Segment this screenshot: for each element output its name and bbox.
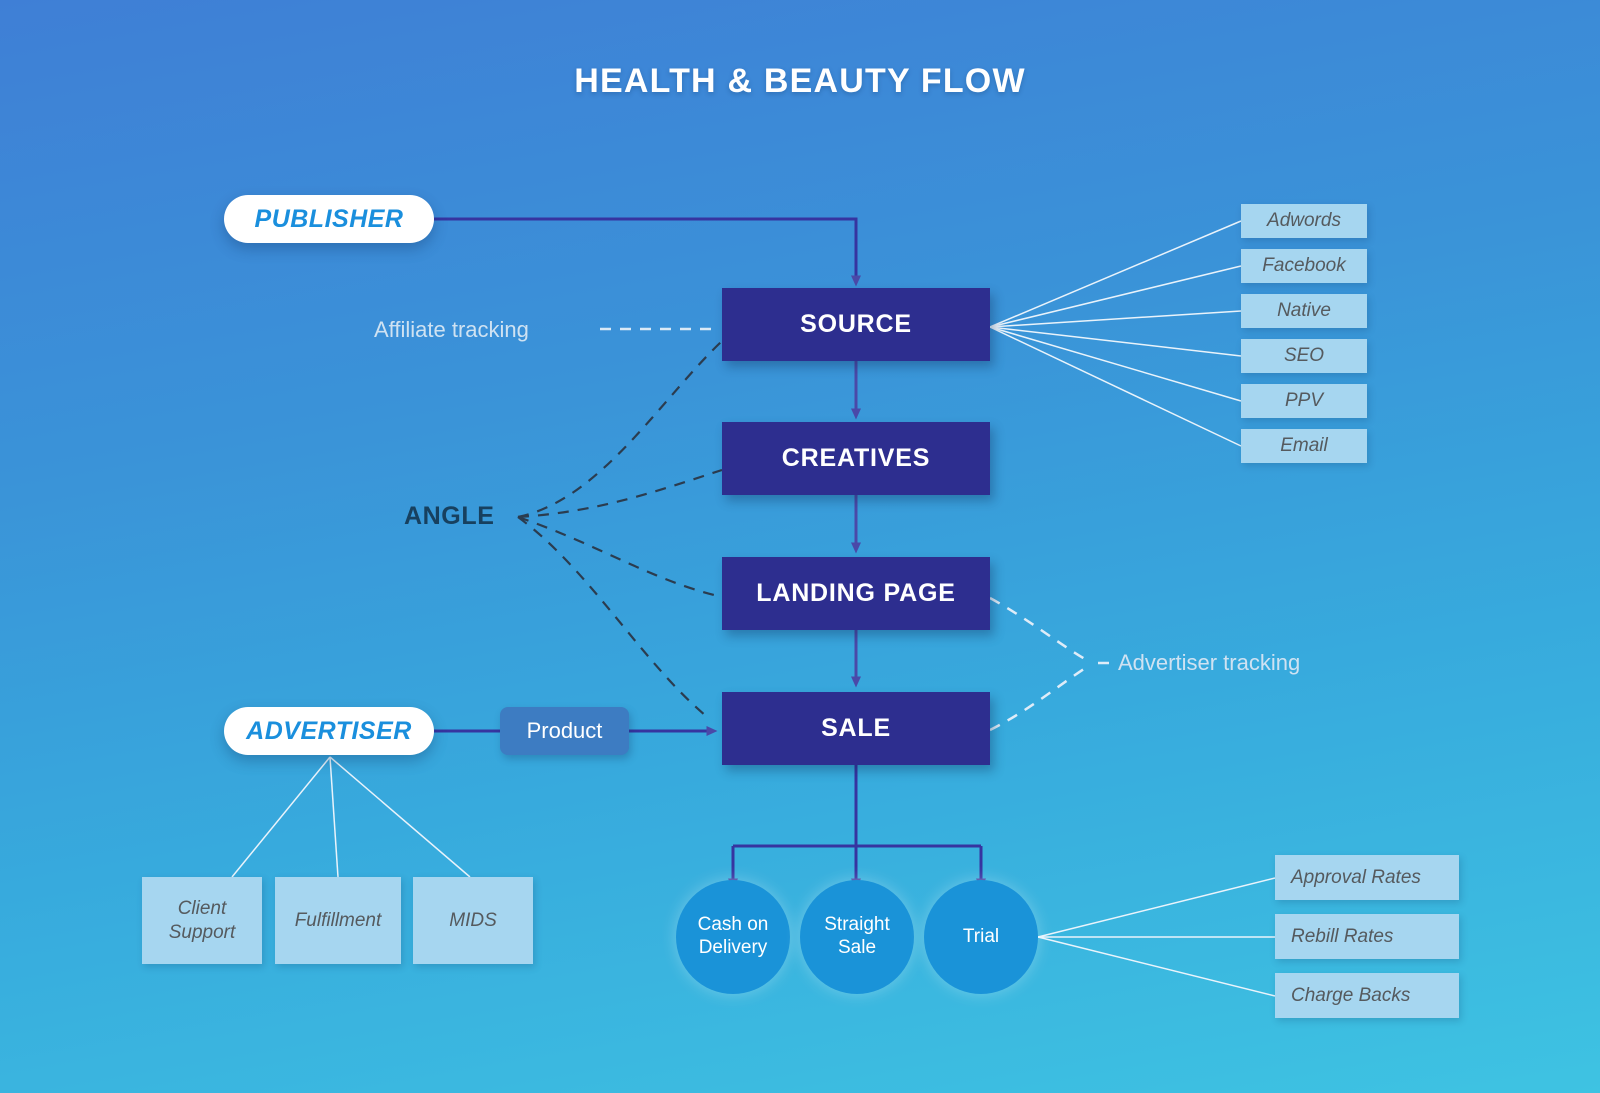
publisher-label: PUBLISHER	[254, 204, 404, 233]
landing-page-label: LANDING PAGE	[756, 579, 956, 607]
traffic-source-label: Adwords	[1267, 210, 1341, 231]
sale-type-trial[interactable]: Trial	[924, 880, 1038, 994]
edge-advertiser-tracking	[989, 596, 1110, 732]
sale-type-label-line1: Straight	[824, 914, 890, 936]
trial-metric-label: Rebill Rates	[1291, 925, 1394, 947]
trial-metric-charge-backs[interactable]: Charge Backs	[1275, 973, 1459, 1018]
trial-metric-rebill-rates[interactable]: Rebill Rates	[1275, 914, 1459, 959]
sale-type-label-line2: Sale	[837, 937, 877, 958]
sale-type-straight-sale[interactable]: Straight Sale	[800, 880, 914, 994]
edge-trial-to-metrics	[1037, 877, 1276, 997]
sale-label: SALE	[821, 714, 891, 742]
traffic-source-native[interactable]: Native	[1241, 294, 1367, 328]
sale-type-cash-on-delivery[interactable]: Cash on Delivery	[676, 880, 790, 994]
advertiser-function-client-support[interactable]: Client Support	[142, 877, 262, 964]
advertiser-node[interactable]: ADVERTISER	[224, 707, 434, 755]
edge-advertiser-to-functions	[231, 756, 471, 878]
edge-publisher-to-source	[434, 217, 861, 287]
traffic-source-email[interactable]: Email	[1241, 429, 1367, 463]
product-chip[interactable]: Product	[500, 707, 629, 755]
traffic-source-label: PPV	[1284, 390, 1324, 411]
sale-type-label-line1: Cash on	[697, 914, 769, 936]
sale-type-label-line2: Delivery	[698, 937, 768, 958]
creatives-label: CREATIVES	[781, 444, 931, 472]
affiliate-tracking-label: Affiliate tracking	[374, 317, 529, 342]
diagram-canvas: HEALTH & BEAUTY FLOW PUBLISHER ADVERTISE…	[0, 0, 1600, 1093]
traffic-source-adwords[interactable]: Adwords	[1241, 204, 1367, 238]
sale-node[interactable]: SALE	[722, 692, 990, 765]
product-label: Product	[526, 718, 603, 743]
page-title: HEALTH & BEAUTY FLOW	[574, 62, 1026, 100]
angle-label: ANGLE	[404, 502, 495, 530]
advertiser-function-label-line1: Fulfillment	[294, 909, 382, 931]
traffic-source-label: Native	[1277, 300, 1331, 321]
edge-source-to-traffic-sources	[989, 220, 1242, 447]
traffic-source-label: Email	[1280, 435, 1328, 456]
creatives-node[interactable]: CREATIVES	[722, 422, 990, 495]
landing-page-node[interactable]: LANDING PAGE	[722, 557, 990, 630]
trial-metric-label: Charge Backs	[1291, 984, 1411, 1006]
trial-metric-approval-rates[interactable]: Approval Rates	[1275, 855, 1459, 900]
traffic-source-seo[interactable]: SEO	[1241, 339, 1367, 373]
advertiser-tracking-label: Advertiser tracking	[1118, 650, 1301, 675]
traffic-source-label: Facebook	[1262, 255, 1346, 276]
source-node[interactable]: SOURCE	[722, 288, 990, 361]
traffic-source-facebook[interactable]: Facebook	[1241, 249, 1367, 283]
trial-metric-label: Approval Rates	[1291, 866, 1421, 888]
traffic-source-ppv[interactable]: PPV	[1241, 384, 1367, 418]
advertiser-function-fulfillment[interactable]: Fulfillment	[275, 877, 401, 964]
advertiser-function-mids[interactable]: MIDS	[413, 877, 533, 964]
advertiser-function-label-line1: MIDS	[449, 909, 497, 931]
sale-type-label-line1: Trial	[962, 925, 1000, 947]
edge-angle-fan	[517, 340, 723, 717]
advertiser-label: ADVERTISER	[246, 716, 412, 745]
advertiser-function-label-line1: Client	[177, 898, 227, 920]
traffic-source-label: SEO	[1283, 345, 1325, 366]
publisher-node[interactable]: PUBLISHER	[224, 195, 434, 243]
edge-sale-to-sale-types	[728, 765, 986, 890]
advertiser-function-label-line2: Support	[168, 921, 236, 943]
source-label: SOURCE	[800, 310, 912, 338]
